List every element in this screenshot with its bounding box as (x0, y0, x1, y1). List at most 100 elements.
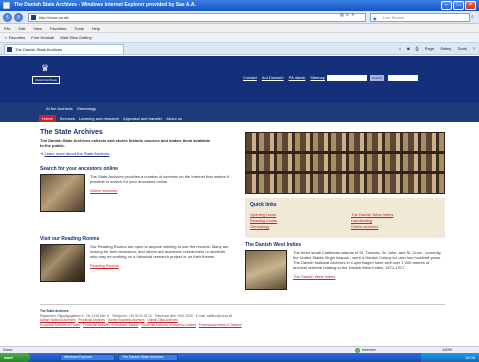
page-title: The State Archives (40, 129, 103, 136)
system-tray: 15:06 (421, 353, 479, 362)
menu-help[interactable]: Help (92, 24, 100, 32)
ancestors-image[interactable] (40, 174, 85, 212)
west-indies-text: The three small Caribbean islands of St.… (293, 250, 442, 270)
favorites-button[interactable]: ★ Favorites (4, 33, 25, 43)
page-footer: The State Archives Rigsarkivet, Rigsdags… (40, 304, 445, 327)
footer-link[interactable]: Provincial Archives of Zealand (199, 323, 242, 327)
ancestors-section: Search for your ancestors online The Sta… (40, 166, 229, 218)
reading-rooms-heading[interactable]: Visit our Reading Rooms (40, 236, 220, 242)
reading-rooms-image[interactable] (40, 244, 85, 282)
safety-menu[interactable]: Safety (440, 45, 451, 53)
quick-link-handwriting[interactable]: Handwriting (351, 218, 440, 223)
link-pa-dansk[interactable]: På dansk (289, 75, 306, 81)
footer-link[interactable]: Provincial Archives of Northern Jutland (141, 323, 196, 327)
quick-link-reading-rooms[interactable]: Reading rooms (250, 218, 339, 223)
link-auf-deutsch[interactable]: Auf Deutsch (262, 75, 284, 81)
archive-shelves-photo (245, 132, 445, 194)
tab-label: The Danish State Archives (15, 47, 63, 52)
arrow-right-icon: ➔ (40, 151, 44, 156)
back-button[interactable]: ‹ (3, 13, 12, 22)
menu-view[interactable]: View (33, 24, 42, 32)
site-logo[interactable]: Danish Archives (32, 76, 60, 84)
west-indies-section: The Danish West Indies The three small C… (245, 242, 445, 290)
nav-at-the-archives[interactable]: At the Archives (46, 106, 73, 112)
nav-genealogy[interactable]: Genealogy (77, 106, 96, 112)
site-favicon (31, 15, 36, 20)
crown-icon: ♛ (40, 63, 50, 73)
link-sitemap[interactable]: Sitemap (310, 75, 325, 81)
online-services-link[interactable]: Online services (90, 188, 230, 193)
tools-menu[interactable]: Tools (457, 45, 466, 53)
search-icon[interactable]: ⌕ (471, 14, 474, 20)
taskbar-task-explorer[interactable]: Windows Explorer (60, 354, 115, 361)
site-search-button[interactable]: Search (370, 75, 384, 81)
address-toolbar: ‹ › http://www.sa.dk/ ▤ ↻ ✕ ◉ Live Searc… (0, 11, 479, 24)
menu-bar: File Edit View Favorites Tools Help (0, 24, 479, 33)
nav-appraisal-transfer[interactable]: Appraisal and transfer (123, 115, 162, 122)
globe-icon (355, 347, 360, 353)
learn-more-link[interactable]: ➔ Learn more about the State Archives (40, 151, 109, 156)
nav-about-us[interactable]: About us (166, 115, 182, 122)
refresh-icon[interactable]: ↻ (346, 12, 349, 17)
primary-subnav: At the Archives Genealogy (46, 106, 96, 112)
quick-link-opening-hours[interactable]: Opening hours (250, 212, 339, 217)
nav-services[interactable]: Services (60, 115, 75, 122)
footer-link[interactable]: Provincial Archives (78, 318, 105, 322)
window-titlebar: The Danish State Archives - Windows Inte… (0, 0, 479, 11)
search-placeholder: Live Search (383, 15, 405, 20)
footer-link[interactable]: Danish Data Archives (147, 318, 177, 322)
quick-link-west-indies[interactable]: The Danish West Indies (351, 212, 440, 217)
quick-links-heading: Quick links (250, 202, 277, 208)
tab-danish-state-archives[interactable]: The Danish State Archives (4, 44, 124, 54)
address-url: http://www.sa.dk/ (39, 15, 70, 20)
search-input[interactable]: ◉ Live Search (370, 13, 470, 22)
quick-link-genealogy[interactable]: Genealogy (250, 224, 339, 229)
footer-link[interactable]: Provincial Archives of Southern Jutland (83, 323, 138, 327)
home-icon[interactable]: ⌂ (399, 45, 401, 53)
maximize-button[interactable]: □ (453, 1, 464, 10)
window-title: The Danish State Archives - Windows Inte… (14, 2, 196, 8)
stop-icon[interactable]: ✕ (351, 12, 354, 17)
menu-edit[interactable]: Edit (18, 24, 25, 32)
tab-favicon (7, 47, 12, 52)
tab-bar: The Danish State Archives ⌂ ◙ ⎙ Page Saf… (0, 43, 479, 55)
taskbar-task-ie[interactable]: The Danish State Archives (118, 354, 178, 361)
site-search-options[interactable] (388, 75, 418, 81)
link-contact[interactable]: Contact (243, 75, 257, 81)
address-field[interactable]: http://www.sa.dk/ (28, 13, 366, 22)
quick-links-box: Quick links Opening hours The Danish Wes… (245, 198, 445, 238)
feeds-icon[interactable]: ◙ (407, 45, 409, 53)
ie-app-icon (3, 2, 10, 9)
west-indies-image[interactable] (245, 250, 287, 290)
site-search-input[interactable] (327, 75, 367, 81)
menu-favorites[interactable]: Favorites (50, 24, 66, 32)
main-nav: Home Services Learning and research Appr… (39, 115, 182, 122)
footer-link[interactable]: Danish National Archives (40, 318, 75, 322)
forward-button[interactable]: › (14, 13, 23, 22)
print-icon[interactable]: ⎙ (416, 45, 419, 53)
quick-link-online-services[interactable]: Online services (351, 224, 440, 229)
footer-link[interactable]: Danish Business Archives (108, 318, 145, 322)
window-controls: – □ × (441, 1, 476, 10)
nav-learning-research[interactable]: Learning and research (79, 115, 119, 122)
help-icon[interactable]: ? (473, 45, 475, 53)
menu-tools[interactable]: Tools (74, 24, 83, 32)
menu-file[interactable]: File (4, 24, 10, 32)
west-indies-link[interactable]: The Danish West Indies (293, 274, 443, 279)
page-menu[interactable]: Page (425, 45, 434, 53)
favorite-web-slice[interactable]: Web Slice Gallery (60, 33, 92, 43)
minimize-button[interactable]: – (441, 1, 452, 10)
reading-rooms-link[interactable]: Reading Rooms (90, 263, 230, 268)
reading-rooms-text: Our Reading Rooms are open to anyone wis… (90, 244, 229, 259)
favorite-hotmail[interactable]: Free Hotmail (31, 33, 54, 43)
close-button[interactable]: × (465, 1, 476, 10)
compatibility-icon[interactable]: ▤ (340, 12, 344, 17)
ancestors-text: The State Archives provides a number of … (90, 174, 229, 184)
reading-rooms-section: Visit our Reading Rooms Our Reading Room… (40, 236, 229, 296)
footer-link[interactable]: Provincial Archives of Funen (40, 323, 80, 327)
star-icon: ★ (4, 35, 8, 40)
nav-home[interactable]: Home (39, 115, 56, 122)
ancestors-heading[interactable]: Search for your ancestors online (40, 166, 220, 172)
start-button[interactable]: start (0, 353, 30, 362)
west-indies-heading[interactable]: The Danish West Indies (245, 242, 445, 248)
